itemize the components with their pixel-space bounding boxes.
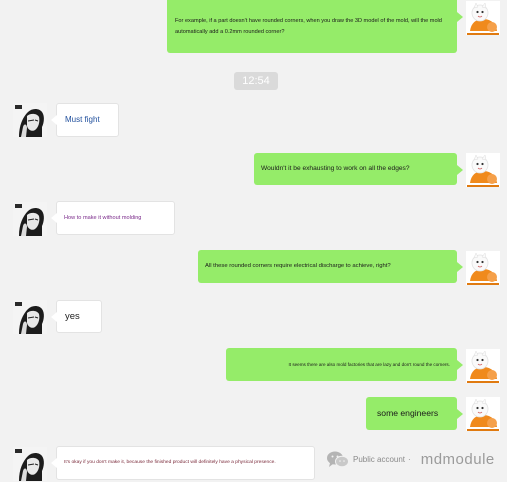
avatar-image [466,349,500,383]
account-name: mdmodule [420,450,495,468]
avatar[interactable] [13,300,47,334]
avatar-image [13,103,47,137]
separator-dot: · [408,454,411,464]
message-text: It's okay if you don't make it, because … [64,460,276,466]
message-bubble[interactable]: All these rounded corners require electr… [198,250,463,283]
message-text: Wouldn't it be exhausting to work on all… [261,164,410,172]
avatar[interactable] [466,397,500,431]
message-text: Must fight [65,114,100,124]
message-bubble[interactable]: It's okay if you don't make it, because … [51,446,315,480]
avatar-image [13,447,47,481]
message-bubble[interactable]: How to make it without molding [51,201,175,235]
avatar-image [13,202,47,236]
message-bubble[interactable]: Wouldn't it be exhausting to work on all… [254,153,463,185]
avatar-image [466,251,500,285]
avatar-image [466,397,500,431]
message-text: some engineers [377,407,439,418]
message-text: How to make it without molding [64,214,142,221]
message-bubble[interactable]: For example, if a part doesn't have roun… [167,0,463,53]
message-text: yes [65,310,80,322]
message-bubble[interactable]: Must fight [51,103,119,137]
message-bubble[interactable]: some engineers [366,397,463,430]
message-bubble[interactable]: yes [51,300,102,333]
message-bubble[interactable]: It seems there are also mold factories t… [226,348,463,381]
message-text: It seems there are also mold factories t… [288,361,451,367]
avatar[interactable] [13,103,47,137]
wechat-icon [327,451,349,468]
timestamp-badge: 12:54 [234,72,278,90]
message-text: For example, if a part doesn't have roun… [175,17,442,35]
account-watermark: Public account · mdmodule [326,450,495,468]
avatar-image [466,1,500,35]
avatar-image [13,300,47,334]
avatar[interactable] [13,447,47,481]
message-text: All these rounded corners require electr… [205,262,391,269]
avatar[interactable] [466,349,500,383]
avatar[interactable] [466,153,500,187]
avatar[interactable] [466,1,500,35]
public-account-label: Public account [353,454,406,464]
avatar[interactable] [466,251,500,285]
avatar-image [466,153,500,187]
avatar[interactable] [13,202,47,236]
